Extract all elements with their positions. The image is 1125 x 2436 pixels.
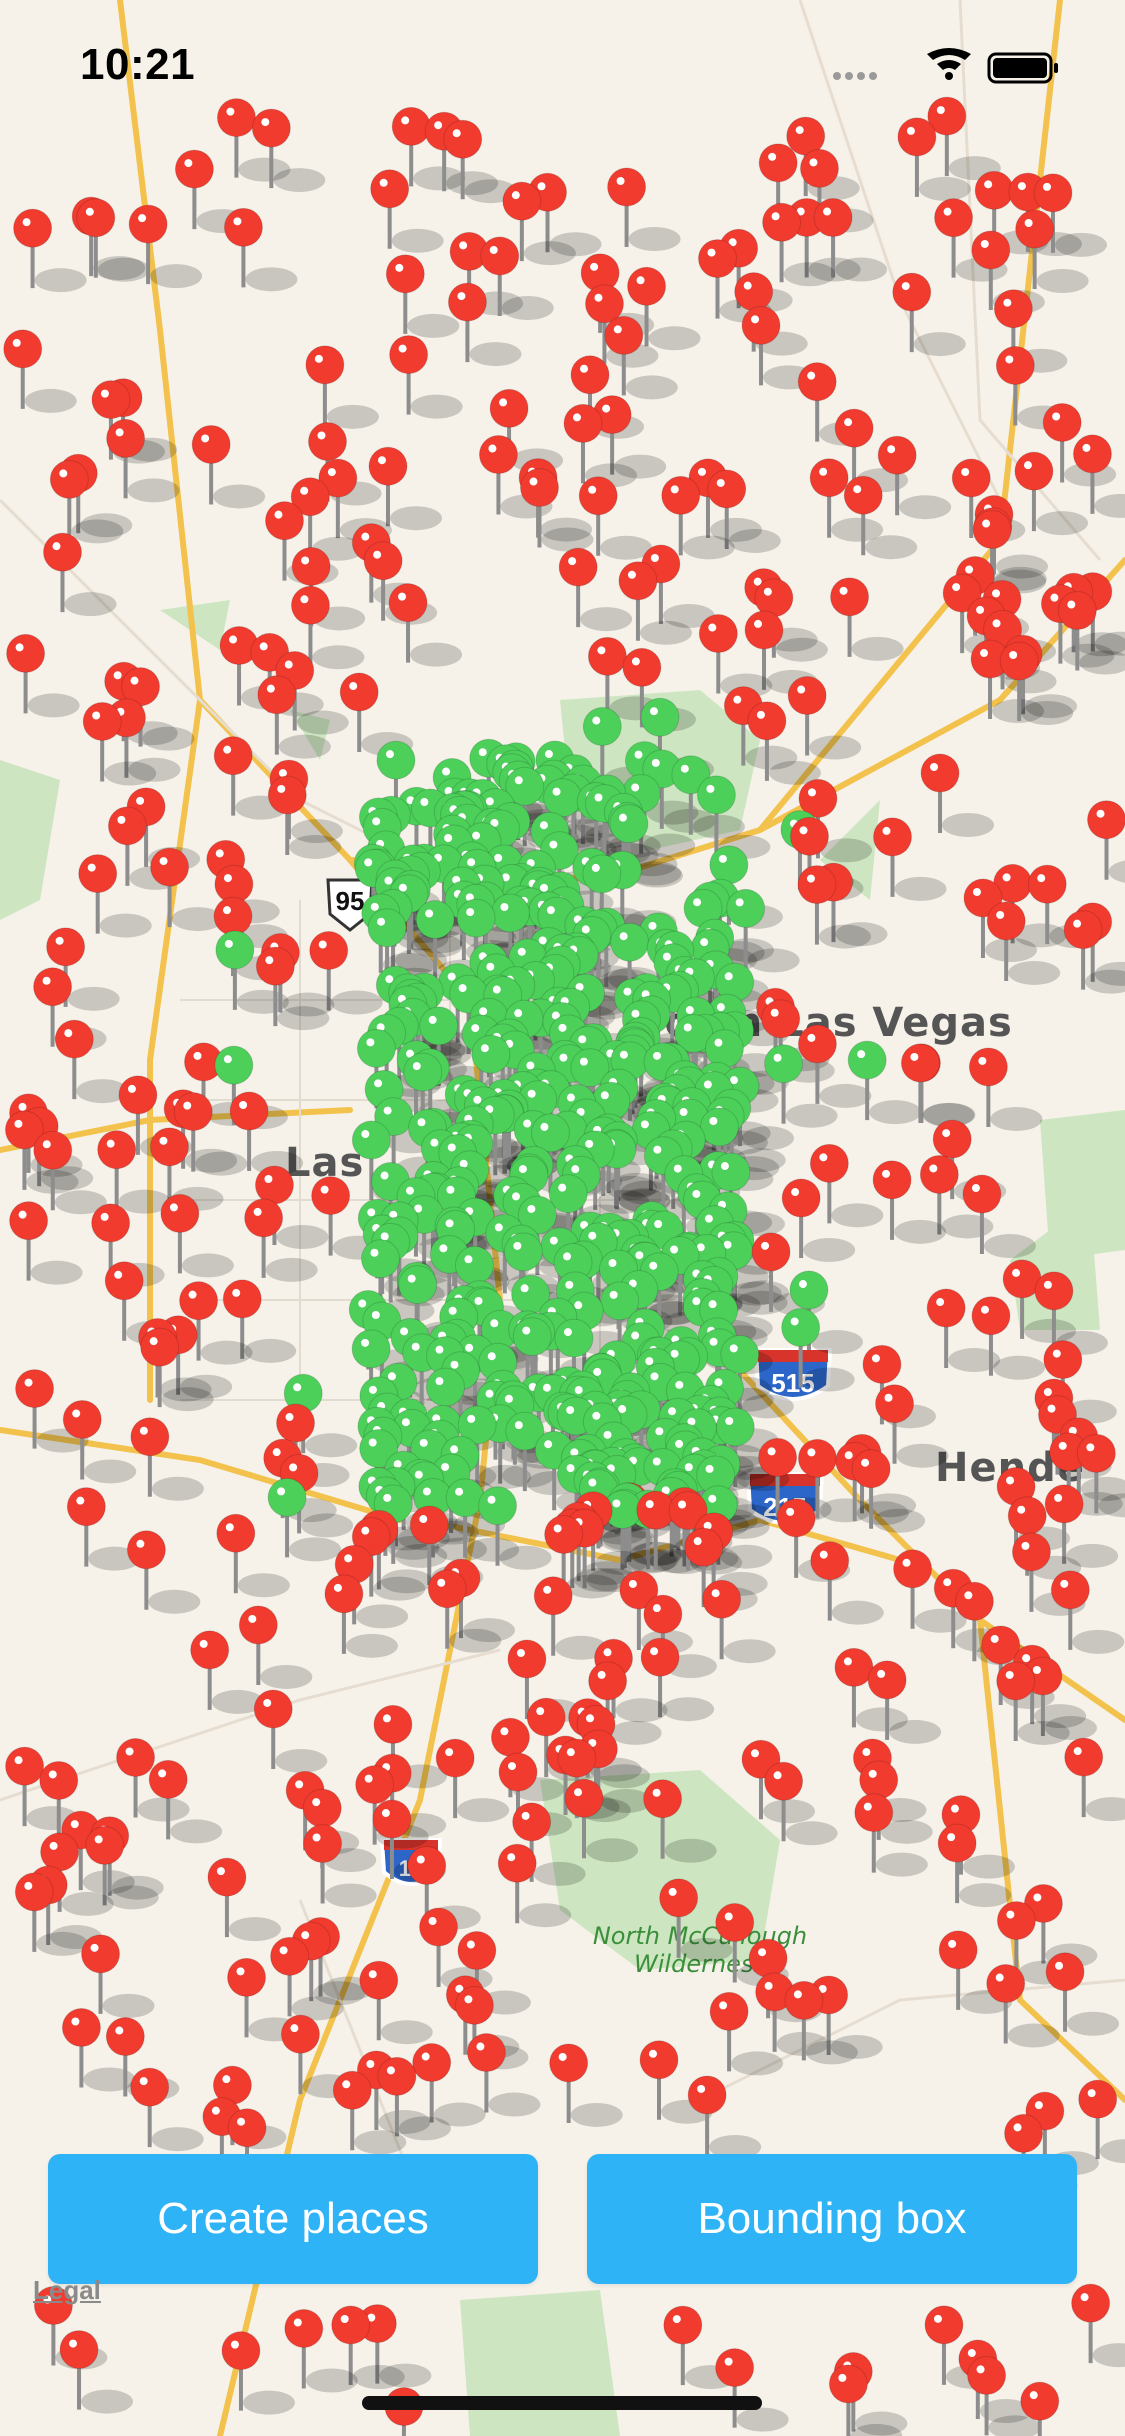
battery-icon	[987, 52, 1058, 84]
map-pin-red[interactable]	[130, 2067, 204, 2152]
status-icons	[829, 46, 1079, 86]
map-pin-red[interactable]	[130, 1417, 204, 1501]
map-pin-red[interactable]	[873, 817, 947, 901]
map-pin-red[interactable]	[54, 1019, 129, 1104]
map-pin-red[interactable]	[160, 1193, 234, 1278]
bounding-box-button[interactable]: Bounding box	[587, 2154, 1077, 2284]
map-pin-red[interactable]	[1087, 800, 1125, 884]
map-pin-red[interactable]	[221, 2331, 295, 2415]
map-pin-red[interactable]	[1064, 1737, 1125, 1822]
map-pin-red[interactable]	[216, 1513, 290, 1598]
map-pin-red[interactable]	[892, 272, 966, 357]
map-pin-red[interactable]	[81, 1934, 155, 2018]
map-pin-red[interactable]	[867, 1660, 942, 1744]
map-pin-red[interactable]	[702, 1579, 776, 1664]
map-pin-red[interactable]	[809, 1143, 884, 1228]
map-pin-red[interactable]	[466, 2033, 541, 2117]
map-pin-red[interactable]	[549, 2043, 623, 2127]
map-pin-red[interactable]	[9, 1201, 83, 1285]
status-bar: 10:21	[0, 0, 1125, 140]
map-pins-layer	[3, 96, 1125, 2436]
map-pin-red[interactable]	[305, 345, 379, 429]
map-pin-red[interactable]	[830, 577, 904, 661]
map-pin-red[interactable]	[968, 1047, 1043, 1131]
map-pin-red[interactable]	[6, 633, 80, 718]
map-pin-red[interactable]	[810, 1541, 884, 1625]
signal-dots-icon	[833, 72, 877, 80]
map-pin-red[interactable]	[1071, 2283, 1125, 2368]
map-pin-red[interactable]	[715, 2348, 789, 2432]
map-pin-red[interactable]	[787, 676, 862, 760]
map-pin-red[interactable]	[607, 167, 681, 252]
status-time: 10:21	[80, 40, 196, 89]
map-pin-red[interactable]	[3, 329, 77, 413]
map-pin-red[interactable]	[238, 1605, 313, 1689]
map-pin-red[interactable]	[126, 1530, 201, 1614]
home-indicator	[362, 2396, 762, 2410]
create-places-button[interactable]: Create places	[48, 2154, 538, 2284]
map-pin-red[interactable]	[207, 1857, 281, 1942]
map-pin-red[interactable]	[191, 424, 266, 509]
map-pin-red[interactable]	[920, 753, 995, 838]
map-pin-red[interactable]	[427, 1569, 502, 1653]
map-pin-red[interactable]	[843, 475, 918, 560]
map-pin-red[interactable]	[359, 1960, 433, 2045]
map-pin-red[interactable]	[1045, 1952, 1120, 2036]
wifi-icon	[927, 48, 971, 80]
map-pin-red[interactable]	[253, 1689, 328, 1773]
map-pin-red[interactable]	[1078, 2079, 1125, 2164]
map-pin-red[interactable]	[78, 854, 152, 938]
map-pin-red[interactable]	[389, 335, 463, 419]
map-pin-red[interactable]	[59, 2330, 134, 2414]
map-pin-red[interactable]	[388, 583, 463, 667]
map-pin-red[interactable]	[578, 476, 653, 560]
map-pin-red[interactable]	[49, 459, 124, 544]
map-pin-red[interactable]	[384, 2387, 458, 2436]
map-pin-red[interactable]	[618, 561, 692, 645]
map-pin-red[interactable]	[643, 1779, 717, 1863]
map-pin-red[interactable]	[267, 775, 342, 859]
map-pin-red[interactable]	[385, 254, 460, 338]
map-pin-red[interactable]	[223, 207, 298, 292]
map-pin-red[interactable]	[368, 446, 442, 531]
legal-link[interactable]: Legal	[33, 2275, 101, 2306]
map-pin-red[interactable]	[42, 532, 117, 617]
